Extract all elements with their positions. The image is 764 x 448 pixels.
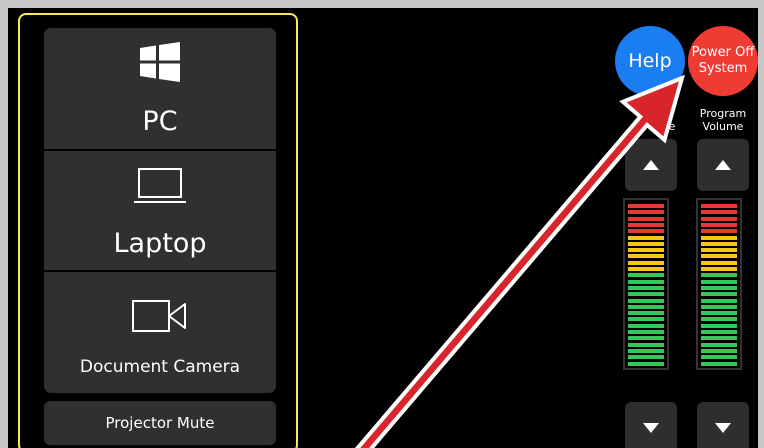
program-volume-label: Program Volume bbox=[698, 107, 748, 133]
meter-segment bbox=[701, 248, 737, 253]
meter-segment bbox=[701, 304, 737, 309]
program-volume-label-line1: Program bbox=[699, 107, 747, 120]
source-selection-panel: PC Laptop Document Camera Projector Mute bbox=[18, 13, 298, 448]
power-off-system-button[interactable]: Power Off System bbox=[688, 26, 758, 96]
meter-segment bbox=[701, 216, 737, 221]
triangle-up-icon bbox=[715, 160, 731, 170]
laptop-label: Laptop bbox=[113, 228, 207, 259]
meter-segment bbox=[628, 210, 664, 215]
mic-volume-down-button[interactable] bbox=[625, 402, 677, 448]
program-volume-down-button[interactable] bbox=[697, 402, 749, 448]
meter-segment bbox=[701, 235, 737, 240]
meter-segment bbox=[701, 342, 737, 347]
pc-source-button[interactable]: PC bbox=[44, 28, 276, 149]
mic-volume-up-button[interactable] bbox=[625, 139, 677, 191]
meter-segment bbox=[628, 323, 664, 328]
projector-mute-button[interactable]: Projector Mute bbox=[44, 401, 276, 445]
video-camera-icon bbox=[132, 300, 186, 332]
meter-segment bbox=[701, 260, 737, 265]
document-camera-label: Document Camera bbox=[79, 357, 241, 377]
meter-segment bbox=[628, 298, 664, 303]
meter-segment bbox=[701, 279, 737, 284]
meter-segment bbox=[701, 292, 737, 297]
meter-segment bbox=[701, 273, 737, 278]
meter-segment bbox=[701, 330, 737, 334]
power-off-label-line1: Power Off bbox=[691, 45, 755, 60]
meter-segment bbox=[628, 241, 664, 246]
mic-volume-label: e bbox=[668, 120, 676, 133]
meter-segment bbox=[701, 355, 737, 360]
meter-segment bbox=[701, 222, 737, 227]
meter-segment bbox=[628, 304, 664, 309]
meter-segment bbox=[701, 204, 737, 208]
meter-segment bbox=[628, 204, 664, 208]
meter-segment bbox=[701, 323, 737, 328]
triangle-down-icon bbox=[715, 423, 731, 433]
meter-segment bbox=[701, 311, 737, 316]
meter-segment bbox=[701, 317, 737, 322]
pc-label: PC bbox=[142, 106, 178, 137]
meter-segment bbox=[701, 298, 737, 303]
meter-segment bbox=[628, 330, 664, 334]
document-camera-source-button[interactable]: Document Camera bbox=[44, 272, 276, 393]
triangle-up-icon bbox=[643, 160, 659, 170]
meter-segment bbox=[701, 241, 737, 246]
help-button[interactable]: Help bbox=[615, 26, 685, 96]
triangle-down-icon bbox=[643, 423, 659, 433]
meter-segment bbox=[628, 311, 664, 316]
meter-segment bbox=[628, 361, 664, 366]
meter-segment bbox=[701, 348, 737, 353]
laptop-source-button[interactable]: Laptop bbox=[44, 151, 276, 270]
program-volume-meter bbox=[696, 198, 742, 370]
meter-segment bbox=[701, 361, 737, 366]
meter-segment bbox=[628, 229, 664, 234]
meter-segment bbox=[701, 210, 737, 215]
meter-segment bbox=[701, 254, 737, 259]
laptop-icon bbox=[134, 168, 186, 203]
power-off-label-line2: System bbox=[698, 61, 748, 76]
meter-segment bbox=[628, 248, 664, 253]
program-volume-label-line2: Volume bbox=[702, 120, 744, 133]
meter-segment bbox=[628, 222, 664, 227]
meter-segment bbox=[628, 342, 664, 347]
meter-segment bbox=[628, 292, 664, 297]
meter-segment bbox=[701, 285, 737, 290]
meter-segment bbox=[628, 317, 664, 322]
meter-segment bbox=[628, 216, 664, 221]
windows-icon bbox=[140, 42, 180, 82]
meter-segment bbox=[628, 254, 664, 259]
meter-segment bbox=[628, 355, 664, 360]
meter-segment bbox=[628, 279, 664, 284]
meter-segment bbox=[701, 336, 737, 341]
meter-segment bbox=[701, 267, 737, 271]
meter-segment bbox=[628, 235, 664, 240]
meter-segment bbox=[701, 229, 737, 234]
program-volume-up-button[interactable] bbox=[697, 139, 749, 191]
meter-segment bbox=[628, 348, 664, 353]
meter-segment bbox=[628, 285, 664, 290]
meter-segment bbox=[628, 336, 664, 341]
meter-segment bbox=[628, 267, 664, 271]
mic-volume-meter bbox=[623, 198, 669, 370]
meter-segment bbox=[628, 260, 664, 265]
meter-segment bbox=[628, 273, 664, 278]
touch-panel-screen: PC Laptop Document Camera Projector Mute… bbox=[8, 8, 758, 448]
